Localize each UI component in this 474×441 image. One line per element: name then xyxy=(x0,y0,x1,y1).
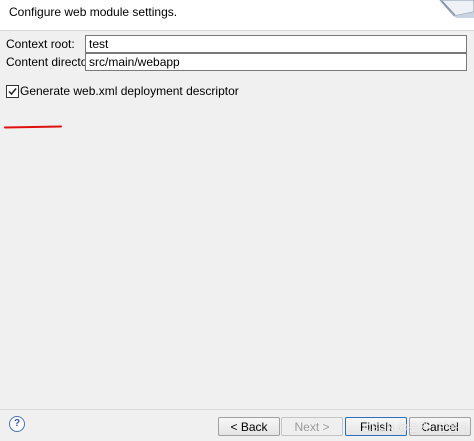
page-title: Configure web module settings. xyxy=(9,5,178,19)
wizard-banner-icon xyxy=(436,0,474,21)
help-icon[interactable]: ? xyxy=(9,416,25,432)
next-button[interactable]: Next > xyxy=(281,417,343,436)
wizard-header: Configure web module settings. xyxy=(0,0,474,31)
watermark-text: CSDN @은지 · 반은타 xyxy=(363,422,469,434)
content-directory-input[interactable] xyxy=(85,53,467,71)
generate-descriptor-label: Generate web.xml deployment descriptor xyxy=(20,84,239,98)
checkmark-icon xyxy=(8,88,17,96)
back-button[interactable]: < Back xyxy=(218,417,280,436)
context-root-input[interactable] xyxy=(85,35,467,53)
settings-panel: Context root: Content directory: Generat… xyxy=(0,31,474,409)
context-root-label: Context root: xyxy=(6,37,75,51)
generate-descriptor-checkbox[interactable] xyxy=(6,85,19,98)
